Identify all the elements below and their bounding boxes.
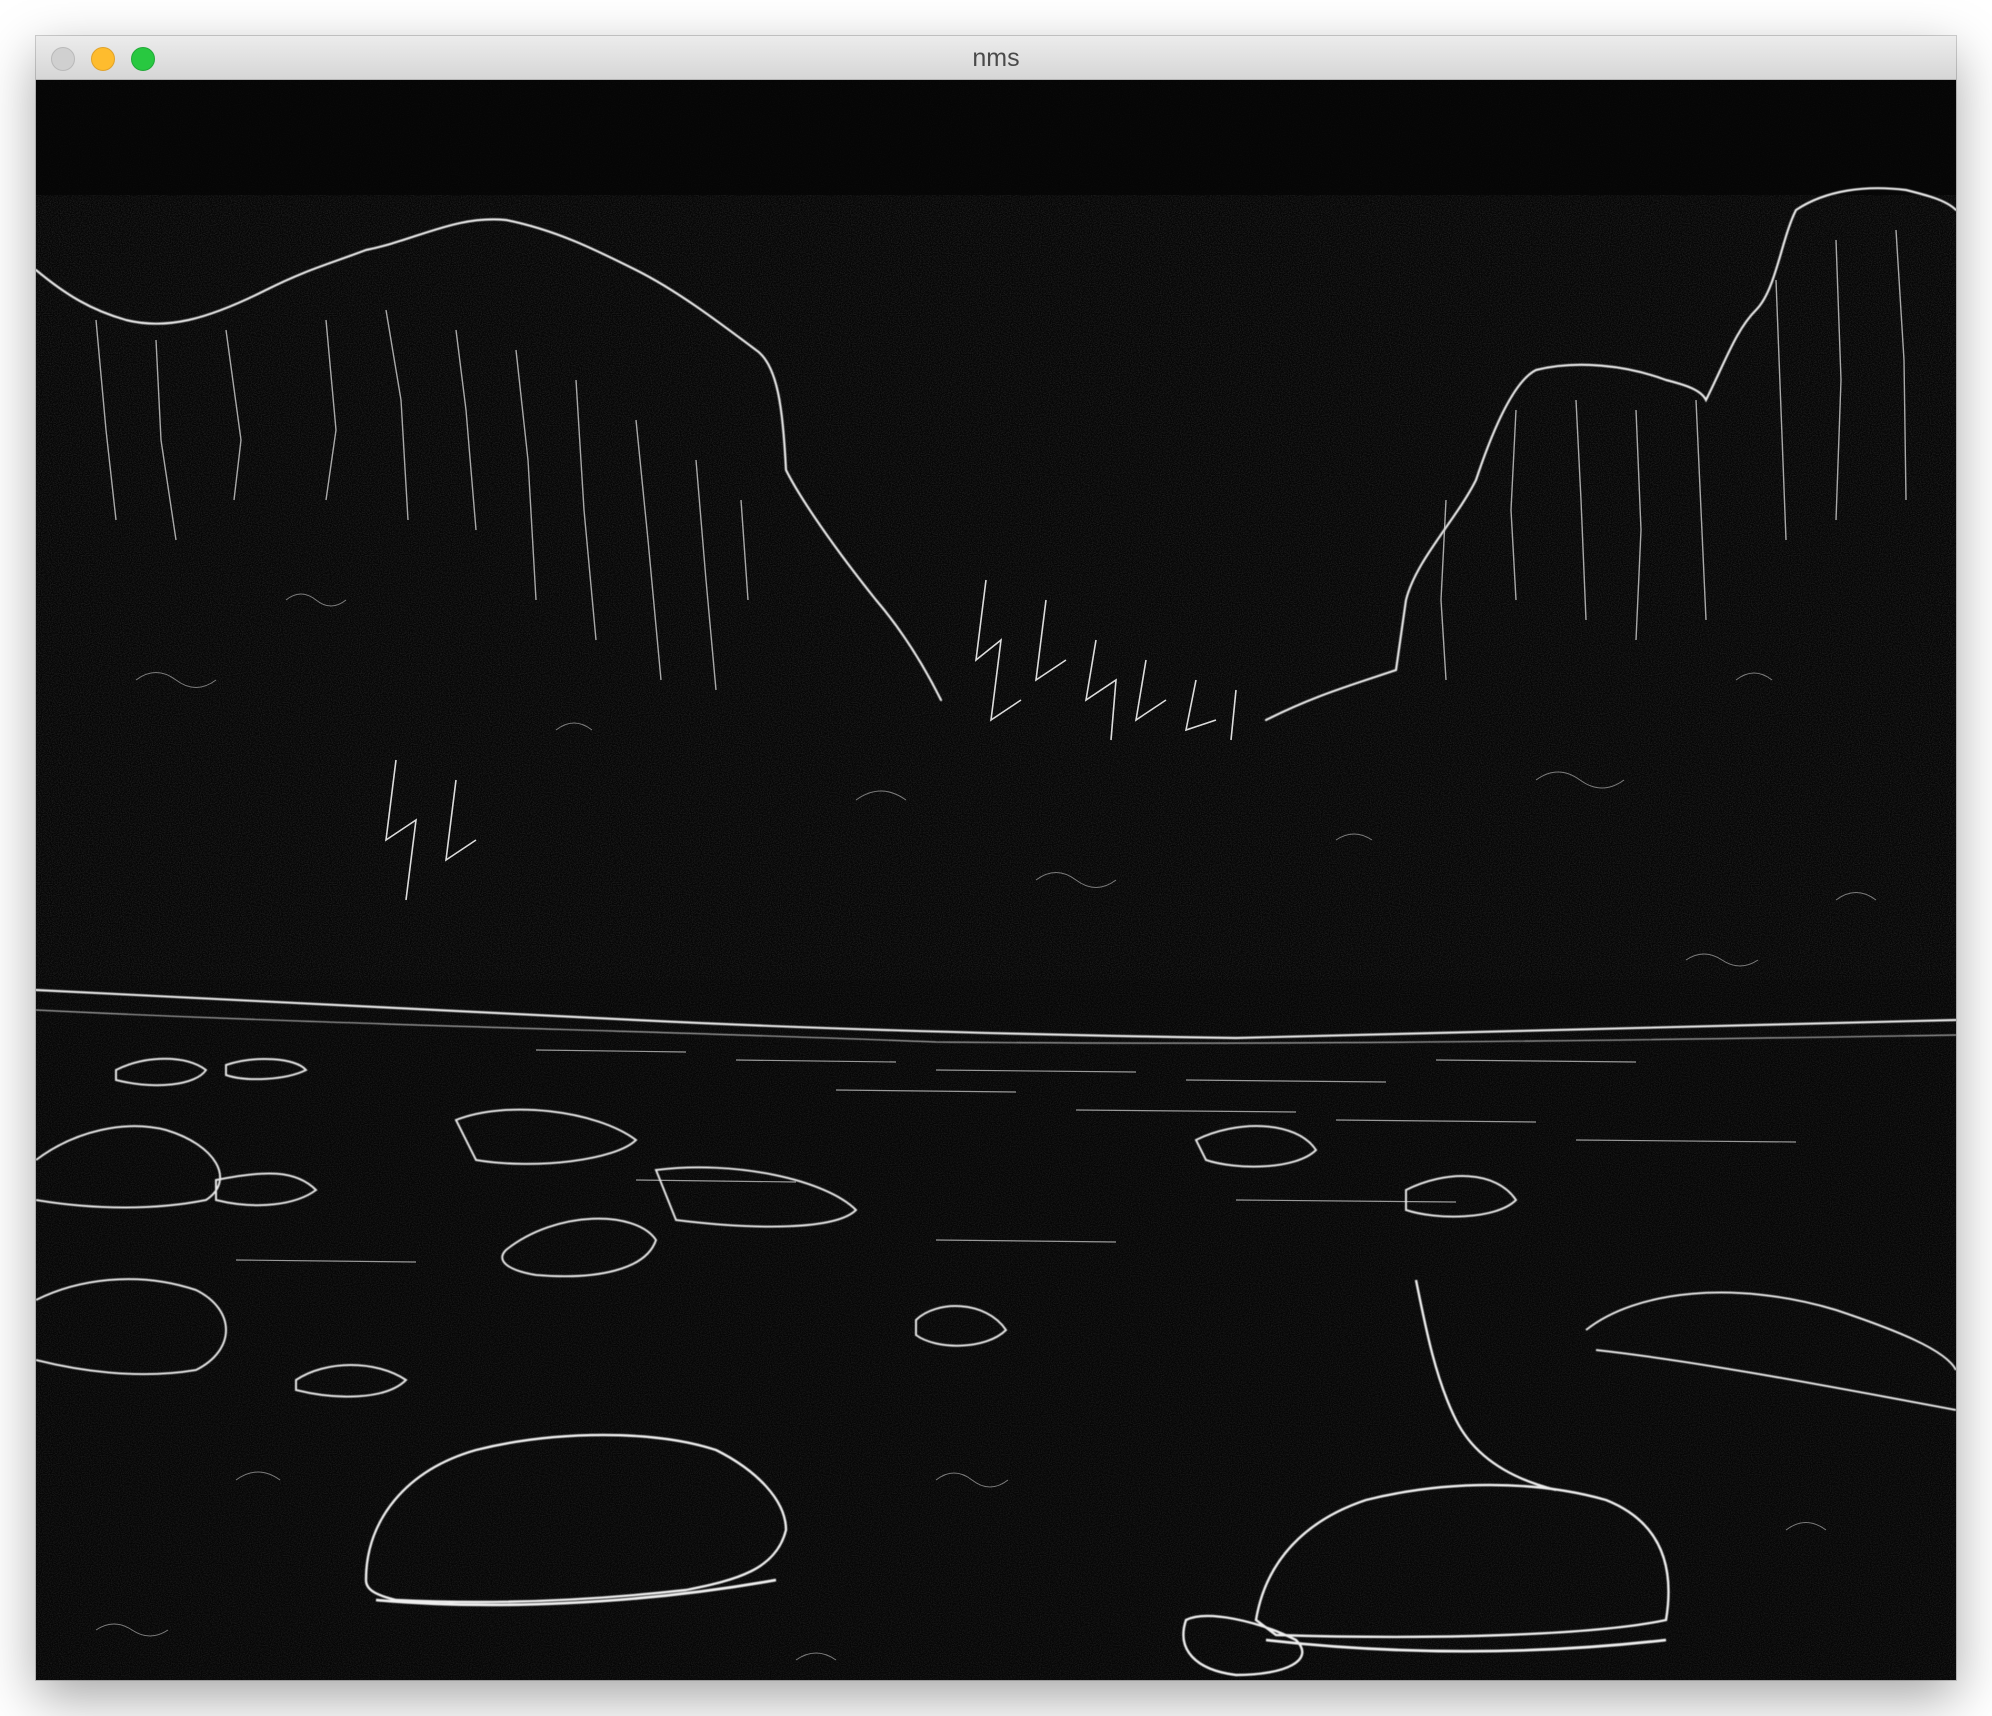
desktop: nms: [0, 0, 1992, 1716]
edge-map-image: [36, 80, 1956, 1680]
title-bar[interactable]: nms: [36, 36, 1956, 80]
image-canvas: [36, 80, 1956, 1680]
window-title: nms: [972, 44, 1020, 72]
image-window: nms: [36, 36, 1956, 1680]
